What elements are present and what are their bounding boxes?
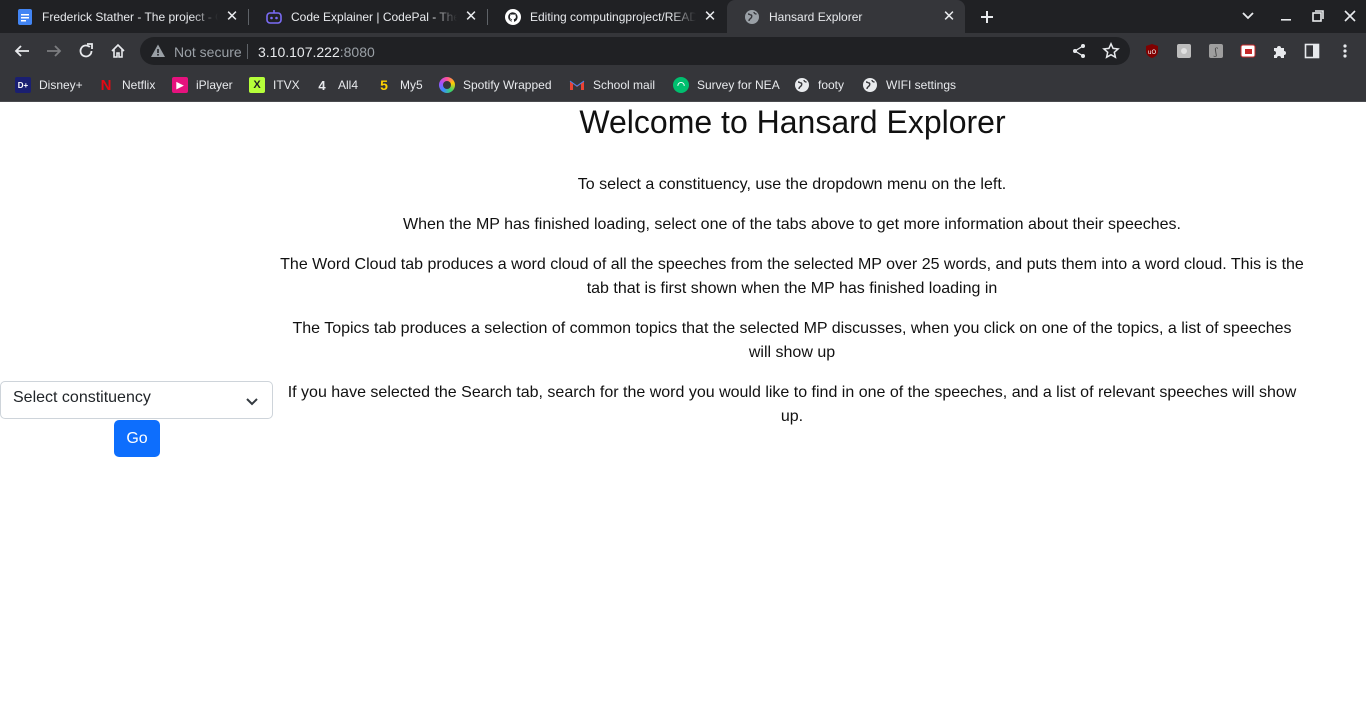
- tab-google-docs[interactable]: Frederick Stather - The project - Google…: [0, 0, 248, 33]
- iplayer-icon: ▶: [172, 77, 188, 93]
- instruction-paragraph: If you have selected the Search tab, sea…: [287, 384, 1297, 425]
- tab-strip: Frederick Stather - The project - Google…: [0, 0, 1366, 33]
- tab-codepal[interactable]: Code Explainer | CodePal - The Ultimate …: [249, 0, 487, 33]
- plus-icon: [981, 11, 993, 23]
- all4-icon: 4: [318, 77, 326, 93]
- netflix-icon: N: [100, 76, 112, 94]
- tab-title: Code Explainer | CodePal - The Ultimate …: [291, 9, 457, 24]
- home-icon: [111, 43, 125, 58]
- bookmark-label: WIFI settings: [886, 78, 957, 92]
- bookmark-disney[interactable]: D+ Disney+: [15, 76, 83, 94]
- instruction-paragraph: The Word Cloud tab produces a word cloud…: [280, 256, 1304, 297]
- svg-text:uO: uO: [1148, 49, 1157, 56]
- extension-icon[interactable]: ʃ: [1207, 42, 1225, 60]
- bookmark-label: footy: [818, 78, 845, 92]
- constituency-select[interactable]: Select constituency: [0, 381, 273, 419]
- close-tab-icon[interactable]: ✕: [702, 8, 718, 25]
- bookmark-survey-for-nea[interactable]: ◠ Survey for NEA: [673, 76, 780, 94]
- puzzle-icon[interactable]: [1271, 42, 1289, 60]
- itvx-icon: X: [249, 77, 265, 93]
- new-tab-button[interactable]: [975, 5, 999, 29]
- globe-icon: [744, 9, 760, 25]
- close-icon: [1344, 10, 1356, 22]
- reload-icon: [79, 43, 93, 58]
- bookmark-label: Survey for NEA: [697, 78, 780, 92]
- page-content: Welcome to Hansard Explorer To select a …: [0, 103, 1366, 720]
- bookmark-school-mail[interactable]: School mail: [569, 76, 655, 94]
- home-button[interactable]: [104, 37, 132, 65]
- bookmark-label: ITVX: [273, 78, 300, 92]
- bookmark-all4[interactable]: 4 All4: [314, 76, 358, 94]
- select-value: Select constituency: [13, 389, 151, 406]
- close-tab-icon[interactable]: ✕: [224, 8, 240, 25]
- google-docs-icon: [17, 8, 33, 25]
- url-port: :8080: [339, 44, 375, 60]
- back-button[interactable]: [8, 37, 36, 65]
- reload-button[interactable]: [72, 37, 100, 65]
- gmail-icon: [569, 77, 585, 93]
- bookmark-label: Spotify Wrapped: [463, 78, 552, 92]
- my5-icon: 5: [380, 77, 388, 93]
- disney-icon: D+: [15, 77, 31, 93]
- survey-icon: ◠: [673, 77, 689, 93]
- security-label[interactable]: Not secure: [174, 44, 242, 60]
- extension-icon[interactable]: [1175, 42, 1193, 60]
- arrow-right-icon: [47, 45, 62, 57]
- restore-icon: [1312, 10, 1324, 22]
- page-title: Welcome to Hansard Explorer: [579, 104, 1006, 140]
- arrow-left-icon: [14, 45, 29, 57]
- close-window-button[interactable]: [1336, 4, 1364, 28]
- forward-button[interactable]: [40, 37, 68, 65]
- chevron-down-icon: [246, 398, 258, 406]
- instruction-paragraph: The Topics tab produces a selection of c…: [292, 320, 1292, 361]
- bookmark-iplayer[interactable]: ▶ iPlayer: [172, 76, 233, 94]
- share-icon[interactable]: [1071, 43, 1087, 59]
- bookmark-itvx[interactable]: X ITVX: [249, 76, 300, 94]
- warning-icon[interactable]: [150, 43, 166, 59]
- tab-title: Frederick Stather - The project - Google…: [42, 9, 218, 24]
- bookmark-netflix[interactable]: N Netflix: [98, 76, 156, 94]
- bookmark-footy[interactable]: footy: [794, 76, 844, 94]
- bookmark-label: Disney+: [39, 78, 83, 92]
- tab-title: Hansard Explorer: [769, 9, 863, 24]
- bookmark-label: Netflix: [122, 78, 156, 92]
- tab-hansard-explorer[interactable]: Hansard Explorer ✕: [727, 0, 965, 33]
- spotify-icon: [439, 77, 455, 93]
- browser-toolbar: Not secure 3.10.107.222:8080 uO ʃ: [0, 33, 1366, 69]
- minimize-button[interactable]: [1272, 4, 1300, 28]
- chevron-down-icon: [1242, 12, 1254, 20]
- url-text[interactable]: 3.10.107.222:8080: [258, 44, 375, 60]
- ublock-extension-icon[interactable]: uO: [1143, 42, 1161, 60]
- bookmark-label: iPlayer: [196, 78, 233, 92]
- url-host: 3.10.107.222: [258, 44, 340, 60]
- bookmark-label: All4: [338, 78, 359, 92]
- bookmark-star-icon[interactable]: [1102, 42, 1120, 60]
- bookmark-wifi-settings[interactable]: WIFI settings: [862, 76, 956, 94]
- globe-icon: [862, 77, 878, 93]
- minimize-icon: [1281, 19, 1291, 21]
- close-tab-icon[interactable]: ✕: [463, 8, 479, 25]
- tab-title: Editing computingproject/README.md: [530, 9, 696, 24]
- github-icon: [505, 8, 521, 25]
- kebab-menu-icon[interactable]: [1336, 42, 1354, 60]
- side-panel-icon[interactable]: [1303, 42, 1321, 60]
- globe-icon: [794, 77, 810, 93]
- tab-search-button[interactable]: [1234, 4, 1262, 28]
- video-extension-icon[interactable]: [1239, 42, 1257, 60]
- restore-button[interactable]: [1304, 4, 1332, 28]
- bookmark-my5[interactable]: 5 My5: [376, 76, 423, 94]
- close-tab-icon[interactable]: ✕: [941, 8, 957, 25]
- codepal-icon: [266, 9, 282, 25]
- bookmark-spotify-wrapped[interactable]: Spotify Wrapped: [439, 76, 552, 94]
- instruction-paragraph: To select a constituency, use the dropdo…: [577, 176, 1007, 193]
- omnibox-divider: [247, 44, 248, 59]
- bookmarks-bar: D+ Disney+ N Netflix ▶ iPlayer X ITVX 4 …: [0, 69, 1366, 102]
- tab-github[interactable]: Editing computingproject/README.md ✕: [488, 0, 726, 33]
- address-bar[interactable]: Not secure 3.10.107.222:8080: [140, 37, 1130, 65]
- bookmark-label: My5: [400, 78, 423, 92]
- bookmark-label: School mail: [593, 78, 656, 92]
- go-button[interactable]: Go: [114, 420, 160, 457]
- instruction-paragraph: When the MP has finished loading, select…: [403, 216, 1181, 233]
